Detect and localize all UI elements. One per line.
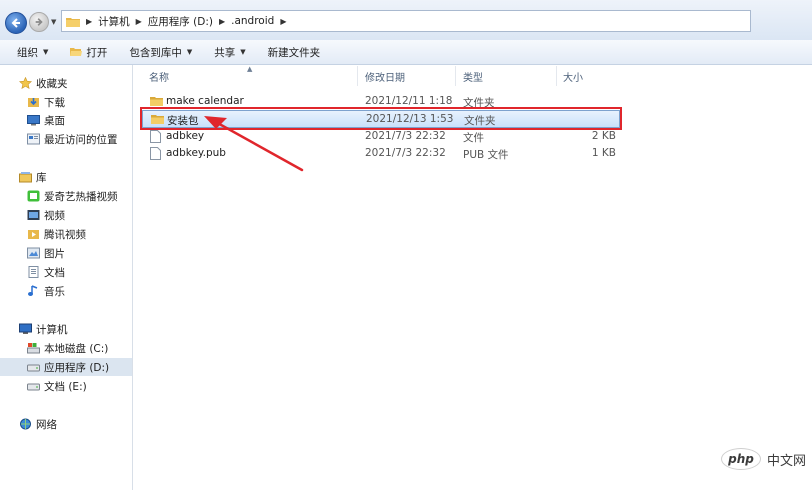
site-watermark: php 中文网	[720, 448, 806, 470]
php-logo: php	[720, 448, 761, 470]
watermark-text: 中文网	[766, 453, 806, 469]
annotation-arrow-icon	[204, 116, 304, 172]
